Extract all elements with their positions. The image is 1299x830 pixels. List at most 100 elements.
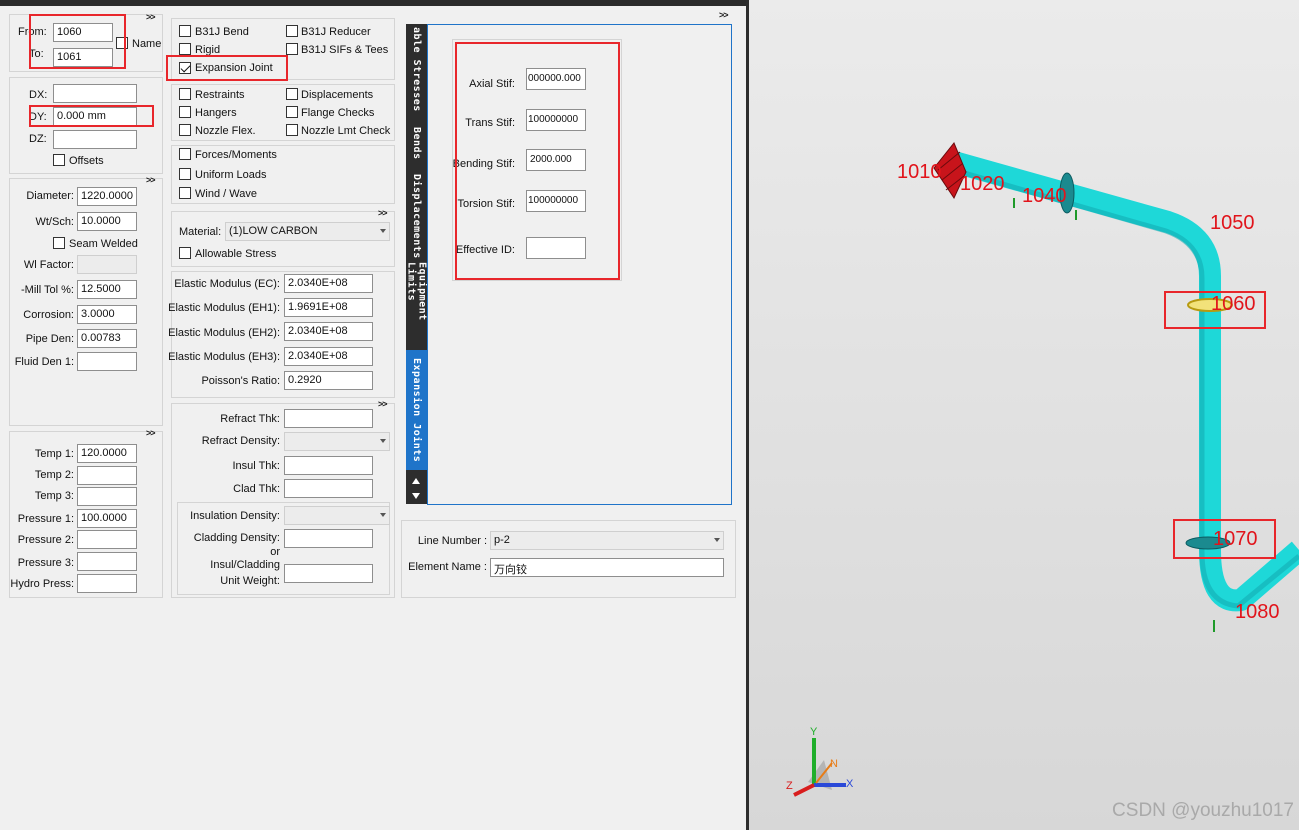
chevron-down-icon [380, 229, 386, 233]
node-label-1010[interactable]: 1010 [897, 161, 942, 184]
refract-density-select[interactable] [284, 432, 390, 451]
line-number-label: Line Number : [417, 535, 487, 547]
pipe-model[interactable] [746, 0, 1299, 830]
cladding-density-label: Cladding Density: [193, 532, 280, 544]
dx-input[interactable] [53, 84, 137, 103]
unit-weight-input[interactable] [284, 564, 373, 583]
poisson-input[interactable]: 0.2920 [284, 371, 373, 390]
expand-aux-panel-button[interactable]: >> [719, 10, 728, 20]
temp1-input[interactable]: 120.0000 [77, 444, 137, 463]
flange-checks-label: Flange Checks [301, 107, 375, 119]
viewport-divider[interactable] [746, 0, 749, 830]
node-label-1050[interactable]: 1050 [1210, 212, 1255, 235]
displacements-checkbox[interactable] [286, 88, 298, 100]
pressure2-input[interactable] [77, 530, 137, 549]
insul-thk-input[interactable] [284, 456, 373, 475]
dz-input[interactable] [53, 130, 137, 149]
insulation-density-select[interactable] [284, 506, 390, 525]
pipe-den-input[interactable]: 0.00783 [77, 329, 137, 348]
material-select[interactable]: (1)LOW CARBON [225, 222, 390, 241]
wtsch-label: Wt/Sch: [35, 216, 74, 228]
allowable-stress-checkbox[interactable] [179, 247, 191, 259]
tab-allowable-stresses[interactable]: able Stresses [406, 24, 427, 114]
b31j-sifs-label: B31J SIFs & Tees [301, 44, 389, 56]
node-1060-highlight [1164, 291, 1266, 329]
pressure1-label: Pressure 1: [17, 513, 74, 525]
insulation-density-label: Insulation Density: [190, 510, 280, 522]
diameter-input[interactable]: 1220.0000 [77, 187, 137, 206]
offsets-label: Offsets [69, 155, 104, 167]
hangers-checkbox[interactable] [179, 106, 191, 118]
b31j-sifs-checkbox[interactable] [286, 43, 298, 55]
wind-wave-checkbox[interactable] [179, 187, 191, 199]
fluid-den-input[interactable] [77, 352, 137, 371]
tab-expansion-joints[interactable]: Expansion Joints [406, 350, 427, 470]
pressure3-input[interactable] [77, 552, 137, 571]
cladding-density-input[interactable] [284, 529, 373, 548]
refract-thk-input[interactable] [284, 409, 373, 428]
wl-factor-input[interactable] [77, 255, 137, 274]
offsets-checkbox[interactable] [53, 154, 65, 166]
b31j-reducer-checkbox[interactable] [286, 25, 298, 37]
expansion-joint-stiffness-highlight [455, 42, 620, 280]
line-number-value: p-2 [494, 534, 510, 546]
clad-thk-input[interactable] [284, 479, 373, 498]
expand-insulation-group-button[interactable]: >> [378, 399, 387, 409]
poisson-label: Poisson's Ratio: [201, 375, 280, 387]
expand-node-group-button[interactable]: >> [146, 12, 155, 22]
flange-checks-checkbox[interactable] [286, 106, 298, 118]
mill-tol-input[interactable]: 12.5000 [77, 280, 137, 299]
seam-welded-checkbox[interactable] [53, 237, 65, 249]
expand-conditions-group-button[interactable]: >> [146, 428, 155, 438]
temp3-input[interactable] [77, 487, 137, 506]
forces-moments-checkbox[interactable] [179, 148, 191, 160]
uniform-loads-checkbox[interactable] [179, 168, 191, 180]
chevron-down-icon [380, 439, 386, 443]
tab-displacements[interactable]: Displacements [406, 172, 427, 260]
nozzle-flex-checkbox[interactable] [179, 124, 191, 136]
dx-label: DX: [29, 89, 48, 101]
aux-tab-strip: able Stresses Bends Displacements Equipm… [406, 24, 428, 504]
eh3-input[interactable]: 2.0340E+08 [284, 347, 373, 366]
expand-material-group-button[interactable]: >> [378, 208, 387, 218]
watermark: CSDN @youzhu1017 [1112, 800, 1294, 821]
node-label-1020[interactable]: 1020 [960, 173, 1005, 196]
node-label-1040[interactable]: 1040 [1022, 185, 1067, 208]
wtsch-input[interactable]: 10.0000 [77, 212, 137, 231]
model-viewport[interactable]: 1010 1020 1040 1050 1060 1070 1080 Y X Z… [746, 0, 1299, 830]
material-select-value: (1)LOW CARBON [229, 225, 318, 237]
restraints-checkbox[interactable] [179, 88, 191, 100]
axis-n-label: N [830, 758, 838, 770]
refract-density-label: Refract Density: [201, 435, 280, 447]
name-label: Name [132, 38, 162, 50]
node-label-1080[interactable]: 1080 [1235, 601, 1280, 624]
clad-thk-label: Clad Thk: [233, 483, 280, 495]
element-name-input[interactable]: 万向铰 [490, 558, 724, 577]
hydro-press-label: Hydro Press: [10, 578, 74, 590]
pressure1-input[interactable]: 100.0000 [77, 509, 137, 528]
or-label: or [270, 546, 280, 558]
nozzle-lmt-check-checkbox[interactable] [286, 124, 298, 136]
eh2-input[interactable]: 2.0340E+08 [284, 322, 373, 341]
eh1-input[interactable]: 1.9691E+08 [284, 298, 373, 317]
b31j-bend-checkbox[interactable] [179, 25, 191, 37]
ec-input[interactable]: 2.0340E+08 [284, 274, 373, 293]
pressure3-label: Pressure 3: [17, 557, 74, 569]
temp2-input[interactable] [77, 466, 137, 485]
restraints-label: Restraints [195, 89, 245, 101]
wind-wave-label: Wind / Wave [195, 188, 257, 200]
corrosion-input[interactable]: 3.0000 [77, 305, 137, 324]
tab-bends[interactable]: Bends [406, 116, 427, 170]
rigid-checkbox[interactable] [179, 43, 191, 55]
tab-equipment-limits[interactable]: Equipment Limits [406, 262, 428, 348]
tab-scroll-down-icon[interactable] [412, 493, 420, 499]
support-arrow-icon [1013, 198, 1215, 632]
axis-x-label: X [846, 778, 854, 790]
tab-scroll-up-icon[interactable] [412, 478, 420, 484]
temp3-label: Temp 3: [34, 490, 74, 502]
line-number-select[interactable]: p-2 [490, 531, 724, 550]
allowable-stress-label: Allowable Stress [195, 248, 277, 260]
eh1-label: Elastic Modulus (EH1): [168, 302, 280, 314]
hydro-press-input[interactable] [77, 574, 137, 593]
expand-pipe-group-button[interactable]: >> [146, 175, 155, 185]
